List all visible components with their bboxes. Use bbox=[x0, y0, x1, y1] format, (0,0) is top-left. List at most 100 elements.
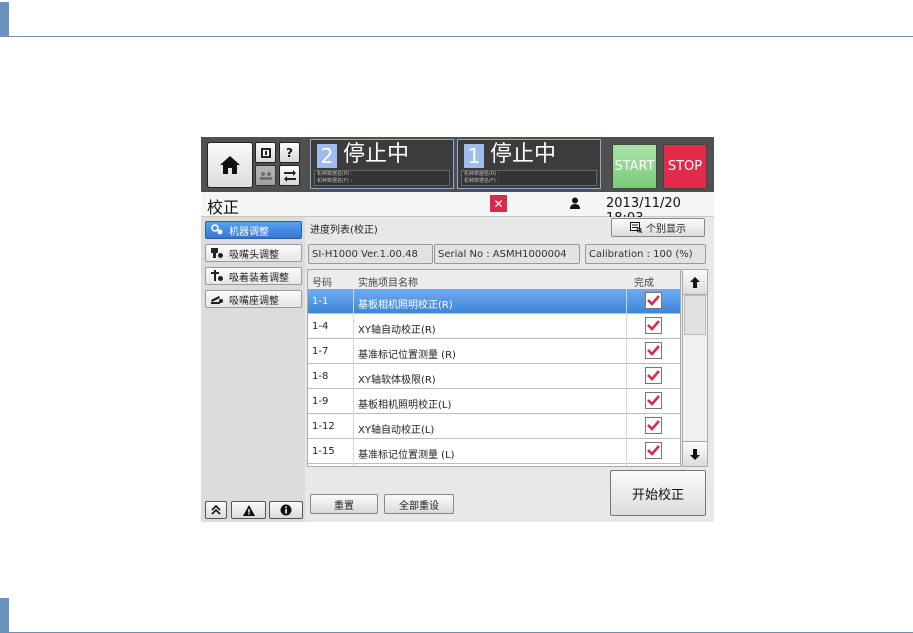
row-name: 基准标记位置测量 (R) bbox=[358, 350, 456, 361]
serial-field: Serial No : ASMH1000004 bbox=[434, 244, 580, 264]
nozzle-head-icon bbox=[211, 248, 223, 258]
lane-status: 停止中 bbox=[343, 142, 410, 167]
pickup-mount-icon bbox=[211, 270, 223, 281]
sidebar-item-nozzle-station-adjust[interactable]: 吸嘴座调整 bbox=[205, 290, 302, 308]
top-divider bbox=[0, 36, 913, 37]
table-scrollbar[interactable] bbox=[682, 269, 708, 467]
start-button[interactable]: START bbox=[612, 144, 657, 189]
row-name: 基板相机照明校正(R) bbox=[358, 300, 453, 311]
row-name: XY轴自动校正(L) bbox=[358, 425, 435, 436]
double-chevron-up-icon bbox=[211, 505, 221, 515]
column-header-name: 实施项目名称 bbox=[358, 278, 418, 289]
checkmark-icon bbox=[647, 445, 660, 456]
transfer-button[interactable] bbox=[279, 165, 300, 186]
row-code: 1-1 bbox=[312, 296, 329, 307]
scroll-down-button[interactable] bbox=[683, 441, 707, 466]
done-checkbox[interactable] bbox=[645, 317, 662, 334]
done-checkbox[interactable] bbox=[645, 442, 662, 459]
sidebar-item-label: 吸着装着调整 bbox=[229, 272, 289, 284]
lane-2-status-panel: 2 停止中 机种数据名(R) : 机种数据名(F) : bbox=[310, 139, 454, 189]
close-button[interactable]: ✕ bbox=[490, 195, 507, 212]
checkmark-icon bbox=[647, 320, 660, 331]
lane-model-data-front: 机种数据名(F) : bbox=[317, 178, 353, 184]
row-name: XY轴软体极限(R) bbox=[358, 375, 436, 386]
row-code: 1-15 bbox=[312, 446, 335, 457]
list-view-icon bbox=[630, 222, 642, 233]
lane-model-data: 机种数据名(R) : 机种数据名(F) : bbox=[314, 170, 450, 186]
user-switch-button[interactable] bbox=[255, 165, 276, 186]
reset-button[interactable]: 重置 bbox=[310, 494, 378, 514]
lane-number: 2 bbox=[317, 144, 337, 168]
calibration-field: Calibration : 100 (%) bbox=[585, 244, 706, 264]
column-header-done: 完成 bbox=[634, 278, 654, 289]
info-icon bbox=[280, 504, 292, 516]
progress-list-label: 进度列表(校正) bbox=[310, 225, 378, 236]
lane-model-data-rear: 机种数据名(R) : bbox=[317, 171, 353, 177]
done-checkbox[interactable] bbox=[645, 417, 662, 434]
home-button[interactable] bbox=[207, 142, 253, 188]
done-checkbox[interactable] bbox=[645, 367, 662, 384]
row-name: 基准标记位置测量 (L) bbox=[358, 450, 455, 461]
checkmark-icon bbox=[647, 370, 660, 381]
machine-adjust-icon bbox=[211, 224, 223, 235]
user-icon bbox=[570, 197, 580, 209]
help-icon: ? bbox=[286, 145, 293, 160]
row-code: 1-4 bbox=[312, 321, 329, 332]
row-name: XY轴自动校正(R) bbox=[358, 325, 436, 336]
lane-model-data: 机种数据名(R) : 机种数据名(F) : bbox=[461, 170, 597, 186]
arrow-up-icon bbox=[690, 276, 700, 288]
sidebar-item-nozzle-head-adjust[interactable]: 吸嘴头调整 bbox=[205, 244, 302, 262]
reset-all-button[interactable]: 全部重设 bbox=[384, 494, 454, 514]
nozzle-station-icon bbox=[211, 296, 223, 304]
main-panel: 进度列表(校正) 个别显示 SI-H1000 Ver.1.00.48 Seria… bbox=[306, 217, 714, 522]
bottom-section-marker bbox=[0, 598, 9, 632]
checkmark-icon bbox=[647, 420, 660, 431]
help-button[interactable]: ? bbox=[279, 142, 300, 163]
stop-button[interactable]: STOP bbox=[663, 144, 707, 189]
column-divider bbox=[353, 289, 354, 466]
version-field: SI-H1000 Ver.1.00.48 bbox=[308, 244, 433, 264]
done-checkbox[interactable] bbox=[645, 392, 662, 409]
info-button[interactable] bbox=[269, 501, 303, 519]
column-header-code: 号码 bbox=[312, 278, 332, 289]
sidebar: 机器调整 吸嘴头调整 吸着装着调整 吸嘴座调整 bbox=[201, 217, 305, 522]
lane-1-status-panel: 1 停止中 机种数据名(R) : 机种数据名(F) : bbox=[457, 139, 601, 189]
header-bar: ? 2 停止中 机种数据名(R) : 机种数据名(F) : 1 停止中 机种数据… bbox=[201, 137, 714, 192]
lane-model-data-rear: 机种数据名(R) : bbox=[464, 171, 500, 177]
sidebar-item-label: 机器调整 bbox=[229, 226, 269, 238]
row-code: 1-8 bbox=[312, 371, 329, 382]
scroll-thumb[interactable] bbox=[684, 295, 706, 335]
screen-lock-icon bbox=[260, 147, 271, 158]
row-code: 1-12 bbox=[312, 421, 335, 432]
lane-status: 停止中 bbox=[490, 142, 557, 167]
top-section-marker bbox=[0, 2, 9, 36]
individual-display-button[interactable]: 个别显示 bbox=[611, 218, 705, 237]
transfer-icon bbox=[283, 169, 296, 182]
sidebar-item-label: 吸嘴头调整 bbox=[229, 249, 279, 261]
checkmark-icon bbox=[647, 295, 660, 306]
page-title: 校正 bbox=[207, 198, 240, 217]
warning-icon bbox=[242, 504, 255, 516]
checkmark-icon bbox=[647, 395, 660, 406]
start-calibration-button[interactable]: 开始校正 bbox=[610, 470, 706, 516]
sidebar-item-label: 吸嘴座调整 bbox=[229, 295, 279, 307]
row-name: 基板相机照明校正(L) bbox=[358, 400, 452, 411]
close-icon: ✕ bbox=[493, 196, 504, 211]
alarm-button[interactable] bbox=[231, 501, 266, 519]
individual-display-label: 个别显示 bbox=[646, 224, 686, 235]
machine-screen: ? 2 停止中 机种数据名(R) : 机种数据名(F) : 1 停止中 机种数据… bbox=[201, 137, 714, 522]
scroll-up-button[interactable] bbox=[683, 270, 707, 295]
checkmark-icon bbox=[647, 345, 660, 356]
sidebar-item-machine-adjust[interactable]: 机器调整 bbox=[205, 221, 302, 239]
done-checkbox[interactable] bbox=[645, 292, 662, 309]
users-icon bbox=[259, 171, 272, 180]
column-divider bbox=[626, 289, 627, 466]
lane-model-data-front: 机种数据名(F) : bbox=[464, 178, 500, 184]
sidebar-item-pickup-mount-adjust[interactable]: 吸着装着调整 bbox=[205, 267, 302, 285]
calibration-progress-table: 号码 实施项目名称 完成 1-1 基板相机照明校正(R) 1-4 XY轴自动校正(R)… bbox=[307, 269, 681, 467]
screen-lock-button[interactable] bbox=[255, 142, 276, 163]
collapse-button[interactable] bbox=[205, 501, 227, 519]
done-checkbox[interactable] bbox=[645, 342, 662, 359]
table-header: 号码 实施项目名称 完成 bbox=[308, 270, 680, 290]
home-icon bbox=[220, 156, 240, 174]
